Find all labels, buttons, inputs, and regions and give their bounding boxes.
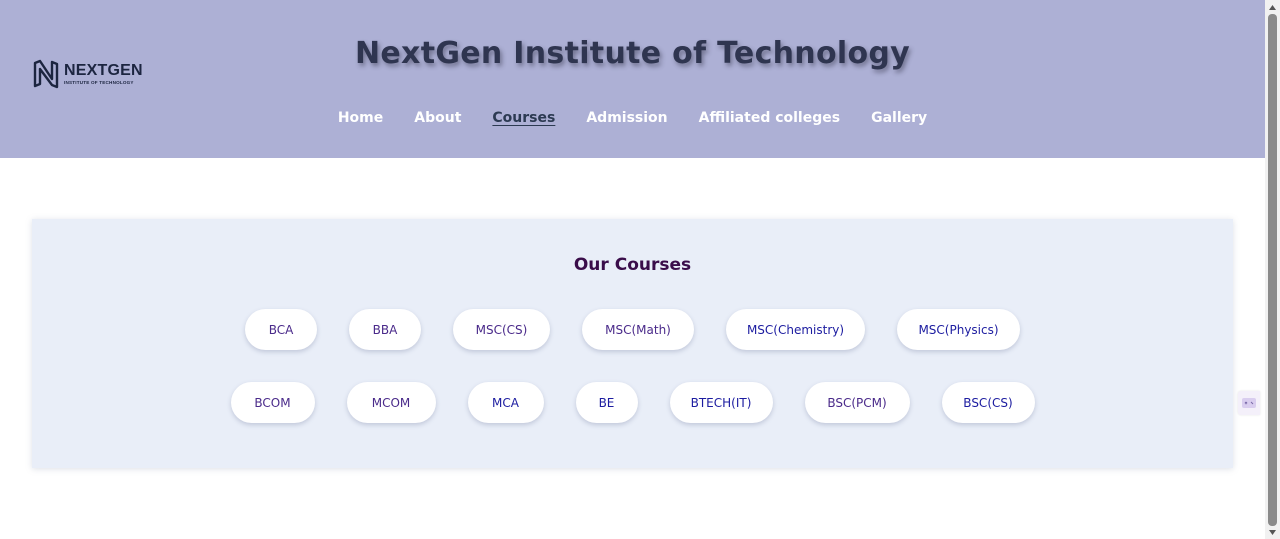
- page: NEXTGEN INSTITUTE OF TECHNOLOGY NextGen …: [0, 0, 1265, 539]
- courses-title: Our Courses: [573, 255, 692, 275]
- course-pill-btech-it[interactable]: BTECH(IT): [669, 382, 773, 423]
- course-pill-mcom[interactable]: MCOM: [346, 382, 436, 423]
- courses-row-1: BCA BBA MSC(CS) MSC(Math) MSC(Chemistry)…: [32, 309, 1233, 350]
- courses-row-2: BCOM MCOM MCA BE BTECH(IT) BSC(PCM) BSC(…: [32, 382, 1233, 423]
- course-pill-bba[interactable]: BBA: [349, 309, 421, 350]
- site-header: NEXTGEN INSTITUTE OF TECHNOLOGY NextGen …: [0, 0, 1265, 158]
- main-nav: Home About Courses Admission Affiliated …: [0, 108, 1265, 128]
- scroll-up-arrow-icon[interactable]: [1265, 0, 1280, 14]
- course-pill-bcom[interactable]: BCOM: [230, 382, 315, 423]
- logo-tagline: INSTITUTE OF TECHNOLOGY: [64, 79, 134, 85]
- course-pill-msc-physics[interactable]: MSC(Physics): [897, 309, 1020, 350]
- scrollbar-thumb[interactable]: [1268, 14, 1277, 526]
- chat-widget-button[interactable]: [1238, 391, 1260, 415]
- courses-panel: Our Courses BCA BBA MSC(CS) MSC(Math) MS…: [32, 219, 1233, 468]
- nav-home[interactable]: Home: [338, 108, 383, 128]
- course-pill-msc-cs[interactable]: MSC(CS): [453, 309, 550, 350]
- nav-about[interactable]: About: [414, 108, 461, 128]
- vertical-scrollbar[interactable]: [1265, 0, 1280, 539]
- scroll-down-arrow-icon[interactable]: [1265, 525, 1280, 539]
- course-pill-mca[interactable]: MCA: [467, 382, 544, 423]
- chat-widget-icon: [1242, 398, 1256, 408]
- nav-courses[interactable]: Courses: [492, 108, 555, 128]
- site-title: NextGen Institute of Technology: [354, 36, 910, 71]
- course-pill-bsc-cs[interactable]: BSC(CS): [941, 382, 1035, 423]
- course-pill-bca[interactable]: BCA: [245, 309, 317, 350]
- course-pill-bsc-pcm[interactable]: BSC(PCM): [804, 382, 910, 423]
- course-pill-msc-chemistry[interactable]: MSC(Chemistry): [726, 309, 865, 350]
- nav-affiliated-colleges[interactable]: Affiliated colleges: [699, 108, 840, 128]
- nav-admission[interactable]: Admission: [586, 108, 667, 128]
- course-pill-msc-math[interactable]: MSC(Math): [582, 309, 694, 350]
- course-pill-be[interactable]: BE: [575, 382, 638, 423]
- nav-gallery[interactable]: Gallery: [871, 108, 927, 128]
